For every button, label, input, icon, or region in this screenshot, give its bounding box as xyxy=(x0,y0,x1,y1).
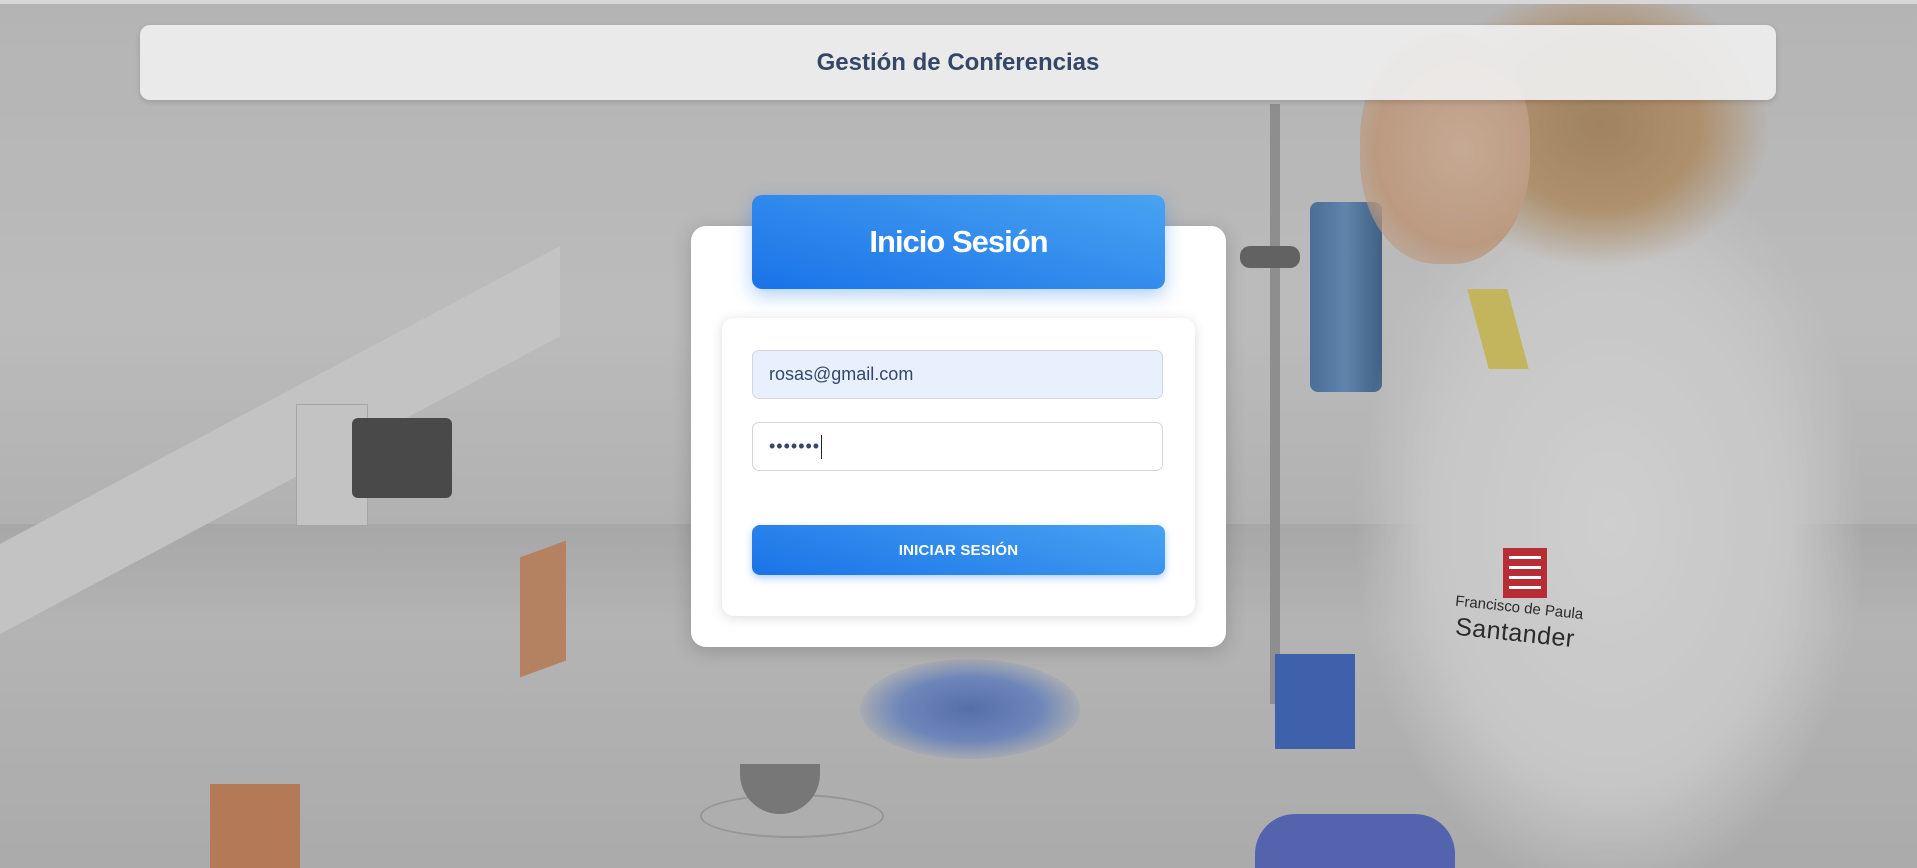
logo-mark xyxy=(1503,548,1547,598)
login-title: Inicio Sesión xyxy=(869,224,1048,259)
login-card-header: Inicio Sesión xyxy=(752,195,1165,289)
password-field-value: ••••••• xyxy=(769,436,821,456)
top-header: Gestión de Conferencias xyxy=(140,25,1776,100)
text-caret xyxy=(821,434,823,459)
email-field-value: rosas@gmail.com xyxy=(769,364,914,384)
login-button-label: INICIAR SESIÓN xyxy=(898,541,1019,559)
email-field[interactable]: rosas@gmail.com xyxy=(752,350,1163,399)
page-title: Gestión de Conferencias xyxy=(816,48,1100,76)
ufps-logo-icon: Francisco de Paula Santander xyxy=(1454,548,1585,658)
login-button[interactable]: INICIAR SESIÓN xyxy=(752,525,1165,575)
password-field[interactable]: ••••••• xyxy=(752,422,1163,471)
